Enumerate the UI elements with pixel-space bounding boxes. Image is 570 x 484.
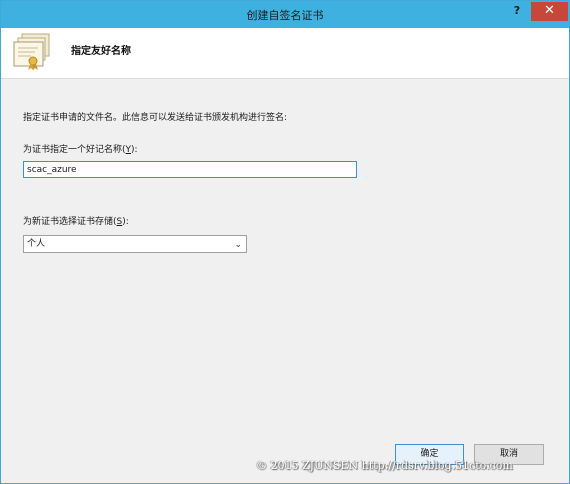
store-selected-value: 个人 [27,239,46,249]
store-label: 为新证书选择证书存储(S): [23,214,129,227]
page-header: 指定友好名称 [1,28,569,79]
title-bar[interactable]: 创建自签名证书 ? ✕ [1,1,569,28]
friendly-name-label: 为证书指定一个好记名称(Y): [23,142,138,155]
watermark-text: © 2015 ZJUNSEN http://rdsrv.blog.51cto.c… [256,459,513,472]
friendly-name-label-suffix: ): [131,145,138,155]
certificate-store-select[interactable]: 个人 ⌄ [23,235,247,253]
store-label-suffix: ): [122,217,129,227]
description-text: 指定证书申请的文件名。此信息可以发送给证书颁发机构进行签名: [23,113,288,123]
friendly-name-input[interactable]: scac_azure [23,161,357,178]
chevron-down-icon[interactable]: ⌄ [234,237,242,253]
dialog-window: 创建自签名证书 ? ✕ 指定友好名称 指定证书申请的文件名。此信息可以发送给证书… [0,0,570,484]
page-title: 指定友好名称 [71,46,131,57]
store-label-text: 为新证书选择证书存储( [23,217,117,227]
window-title: 创建自签名证书 [246,9,324,22]
certificate-icon [13,33,50,70]
help-button[interactable]: ? [504,2,530,20]
friendly-name-label-text: 为证书指定一个好记名称( [23,145,126,155]
close-button[interactable]: ✕ [531,2,568,21]
dialog-body: 指定友好名称 指定证书申请的文件名。此信息可以发送给证书颁发机构进行签名: 为证… [1,28,569,483]
